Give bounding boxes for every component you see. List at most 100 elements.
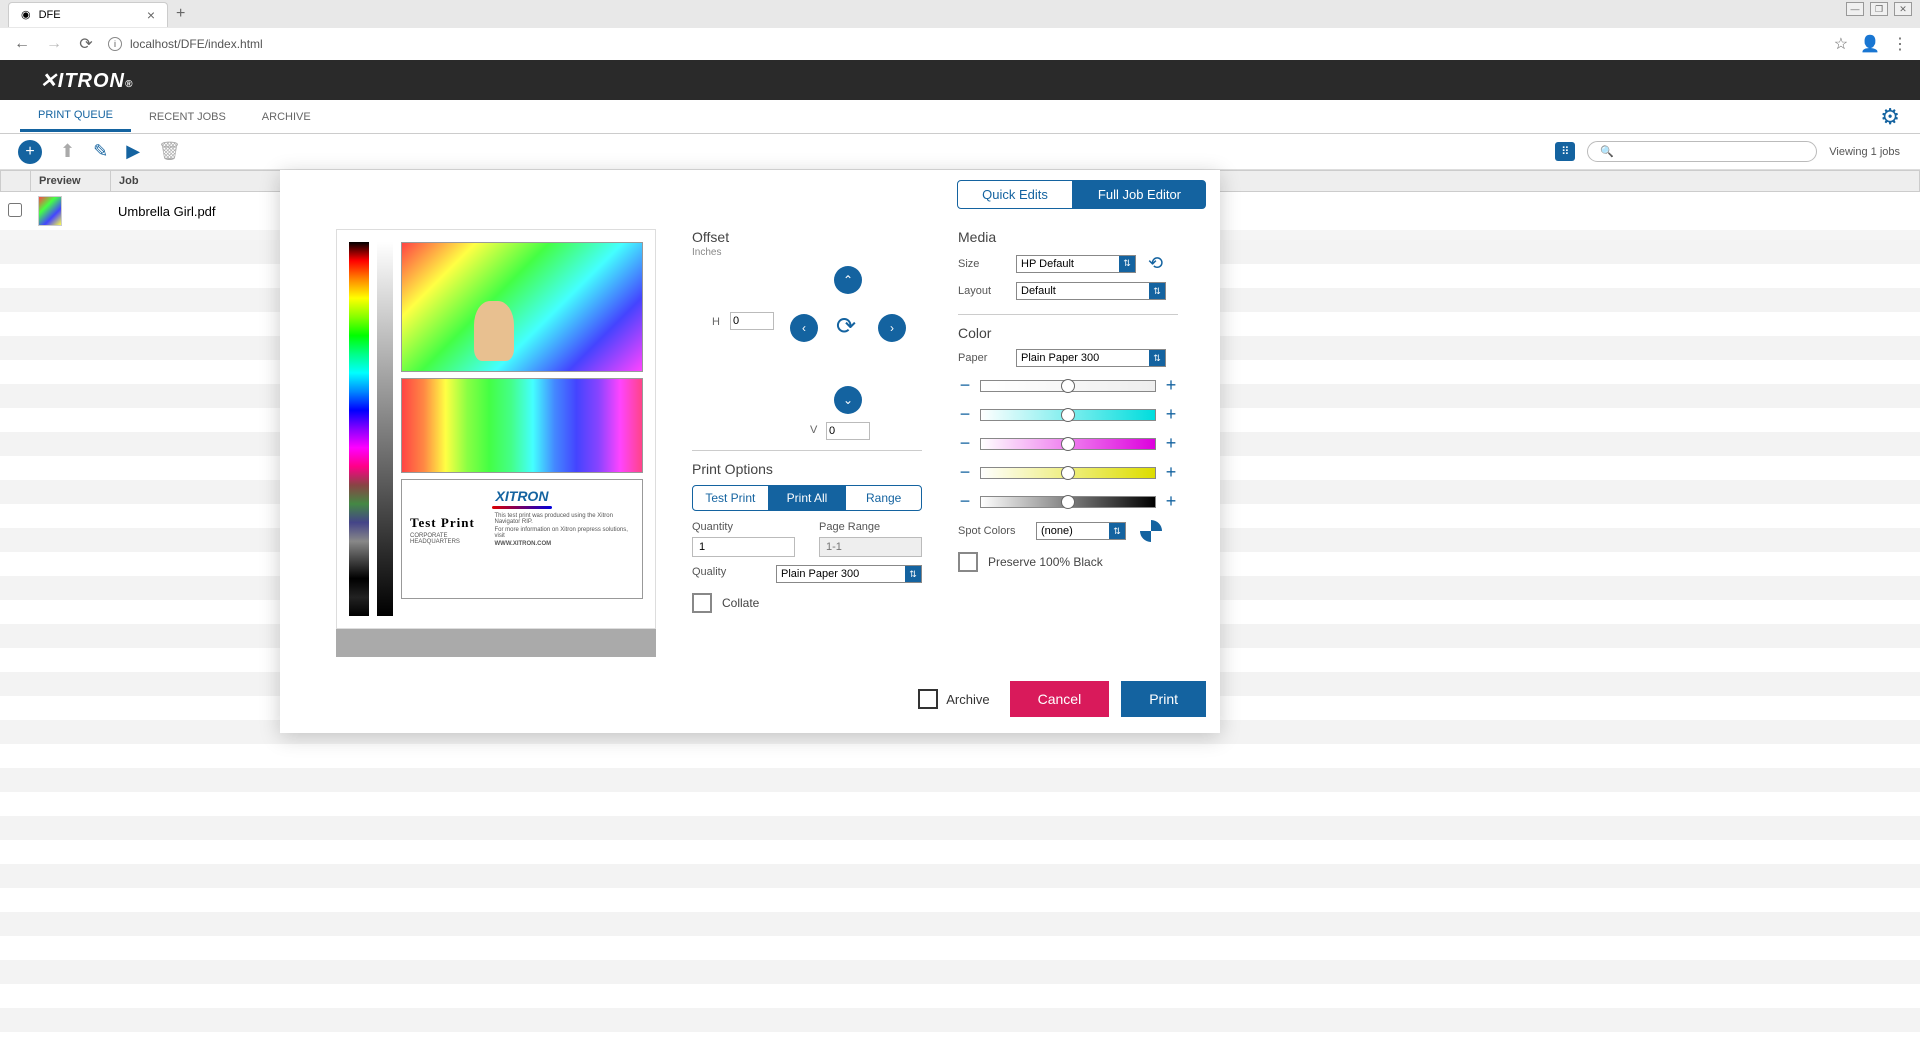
offset-left-button[interactable]: ‹ xyxy=(790,314,818,342)
magenta-slider[interactable] xyxy=(980,438,1156,450)
color-title: Color xyxy=(958,325,1178,341)
slider-minus[interactable]: − xyxy=(958,404,972,425)
page-range-label: Page Range xyxy=(819,521,922,533)
mini-logo: XITRON xyxy=(496,488,549,504)
slider-plus[interactable]: + xyxy=(1164,491,1178,512)
orientation-icon[interactable]: ⟲ xyxy=(1148,253,1163,274)
h-label: H xyxy=(712,316,720,328)
tab-close-icon[interactable]: × xyxy=(147,7,155,23)
print-button[interactable]: Print xyxy=(1121,681,1206,717)
browser-menu-icon[interactable]: ⋮ xyxy=(1892,34,1908,54)
browser-tab[interactable]: ◉ DFE × xyxy=(8,2,168,27)
slider-plus[interactable]: + xyxy=(1164,404,1178,425)
job-thumbnail xyxy=(38,196,62,226)
job-editor-modal: Quick Edits Full Job Editor XITRON Test … xyxy=(280,170,1220,733)
offset-unit: Inches xyxy=(692,247,922,258)
print-mode-segments: Test Print Print All Range xyxy=(692,485,922,511)
document-preview[interactable]: XITRON Test Print CORPORATE HEADQUARTERS… xyxy=(336,229,656,629)
edit-button[interactable]: ✎ xyxy=(93,141,108,162)
upload-button[interactable]: ⬆ xyxy=(60,141,75,162)
spot-colors-select[interactable]: (none) xyxy=(1036,522,1126,540)
offset-right-button[interactable]: › xyxy=(878,314,906,342)
slider-plus[interactable]: + xyxy=(1164,433,1178,454)
seg-print-all[interactable]: Print All xyxy=(769,485,846,511)
paper-label: Paper xyxy=(958,352,1008,364)
slider-plus[interactable]: + xyxy=(1164,375,1178,396)
offset-dpad: ⌃ ⌄ ‹ › ⟳ H V xyxy=(712,266,902,436)
new-tab-button[interactable]: + xyxy=(176,5,185,23)
seg-test-print[interactable]: Test Print xyxy=(692,485,769,511)
url-text: localhost/DFE/index.html xyxy=(130,37,263,51)
full-job-editor-tab[interactable]: Full Job Editor xyxy=(1073,180,1206,209)
color-bar xyxy=(349,242,369,616)
grid-view-icon[interactable]: ⠿ xyxy=(1555,142,1575,161)
v-label: V xyxy=(810,424,817,436)
slider-minus[interactable]: − xyxy=(958,462,972,483)
yellow-slider[interactable] xyxy=(980,467,1156,479)
globe-icon: ◉ xyxy=(21,8,31,21)
quality-select[interactable]: Plain Paper 300 xyxy=(776,565,922,583)
slider-minus[interactable]: − xyxy=(958,433,972,454)
play-button[interactable]: ▶ xyxy=(126,141,140,162)
collate-label: Collate xyxy=(722,596,759,610)
print-options-title: Print Options xyxy=(692,461,922,477)
archive-label: Archive xyxy=(946,692,989,707)
cancel-button[interactable]: Cancel xyxy=(1010,681,1110,717)
media-title: Media xyxy=(958,229,1178,245)
tab-recent-jobs[interactable]: RECENT JOBS xyxy=(131,103,244,131)
cyan-slider[interactable] xyxy=(980,409,1156,421)
paper-select[interactable]: Plain Paper 300 xyxy=(1016,349,1166,367)
archive-checkbox[interactable] xyxy=(918,689,938,709)
app-header: ✕ITRON® xyxy=(0,60,1920,100)
search-input[interactable]: 🔍 xyxy=(1587,141,1817,162)
delete-button[interactable]: 🗑 xyxy=(158,141,181,162)
tab-archive[interactable]: ARCHIVE xyxy=(244,103,329,131)
reload-button[interactable]: ⟳ xyxy=(76,34,96,54)
preserve-black-checkbox[interactable] xyxy=(958,552,978,572)
job-checkbox[interactable] xyxy=(8,203,22,217)
address-bar[interactable]: i localhost/DFE/index.html xyxy=(108,37,1822,51)
layout-select[interactable]: Default xyxy=(1016,282,1166,300)
settings-gear-icon[interactable]: ⚙ xyxy=(1880,104,1900,130)
offset-up-button[interactable]: ⌃ xyxy=(834,266,862,294)
spot-colors-label: Spot Colors xyxy=(958,525,1028,537)
page-range-input[interactable] xyxy=(819,537,922,557)
tab-print-queue[interactable]: PRINT QUEUE xyxy=(20,101,131,132)
window-maximize[interactable]: ❐ xyxy=(1870,2,1888,16)
forward-button[interactable]: → xyxy=(44,35,64,53)
slider-minus[interactable]: − xyxy=(958,491,972,512)
site-info-icon[interactable]: i xyxy=(108,37,122,51)
browser-chrome: ◉ DFE × + ← → ⟳ i localhost/DFE/index.ht… xyxy=(0,0,1920,60)
offset-down-button[interactable]: ⌄ xyxy=(834,386,862,414)
tab-title: DFE xyxy=(39,9,61,21)
window-close[interactable]: ✕ xyxy=(1894,2,1912,16)
offset-title: Offset xyxy=(692,229,922,245)
xitron-logo: ✕ITRON® xyxy=(40,68,133,93)
toolbar: + ⬆ ✎ ▶ 🗑 ⠿ 🔍 Viewing 1 jobs xyxy=(0,134,1920,170)
collate-checkbox[interactable] xyxy=(692,593,712,613)
v-input[interactable] xyxy=(826,422,870,440)
preview-scrollbar[interactable] xyxy=(336,629,656,657)
preview-fine-print: CORPORATE HEADQUARTERS xyxy=(410,533,489,545)
seg-range[interactable]: Range xyxy=(845,485,922,511)
add-job-button[interactable]: + xyxy=(18,140,42,164)
test-print-label: Test Print xyxy=(410,515,489,531)
rotate-icon[interactable]: ⟳ xyxy=(836,312,856,341)
profile-icon[interactable]: 👤 xyxy=(1860,34,1880,54)
bookmark-icon[interactable]: ☆ xyxy=(1834,34,1848,54)
size-select[interactable]: HP Default xyxy=(1016,255,1136,273)
window-minimize[interactable]: — xyxy=(1846,2,1864,16)
swatch-icon[interactable] xyxy=(1140,520,1162,542)
slider-minus[interactable]: − xyxy=(958,375,972,396)
back-button[interactable]: ← xyxy=(12,35,32,53)
quantity-input[interactable] xyxy=(692,537,795,557)
h-input[interactable] xyxy=(730,312,774,330)
brightness-slider[interactable] xyxy=(980,380,1156,392)
black-slider[interactable] xyxy=(980,496,1156,508)
gradient-bar xyxy=(377,242,393,616)
viewing-count: Viewing 1 jobs xyxy=(1829,146,1900,158)
quality-label: Quality xyxy=(692,566,752,578)
quick-edits-tab[interactable]: Quick Edits xyxy=(957,180,1073,209)
slider-plus[interactable]: + xyxy=(1164,462,1178,483)
nav-tabs: PRINT QUEUE RECENT JOBS ARCHIVE ⚙ xyxy=(0,100,1920,134)
